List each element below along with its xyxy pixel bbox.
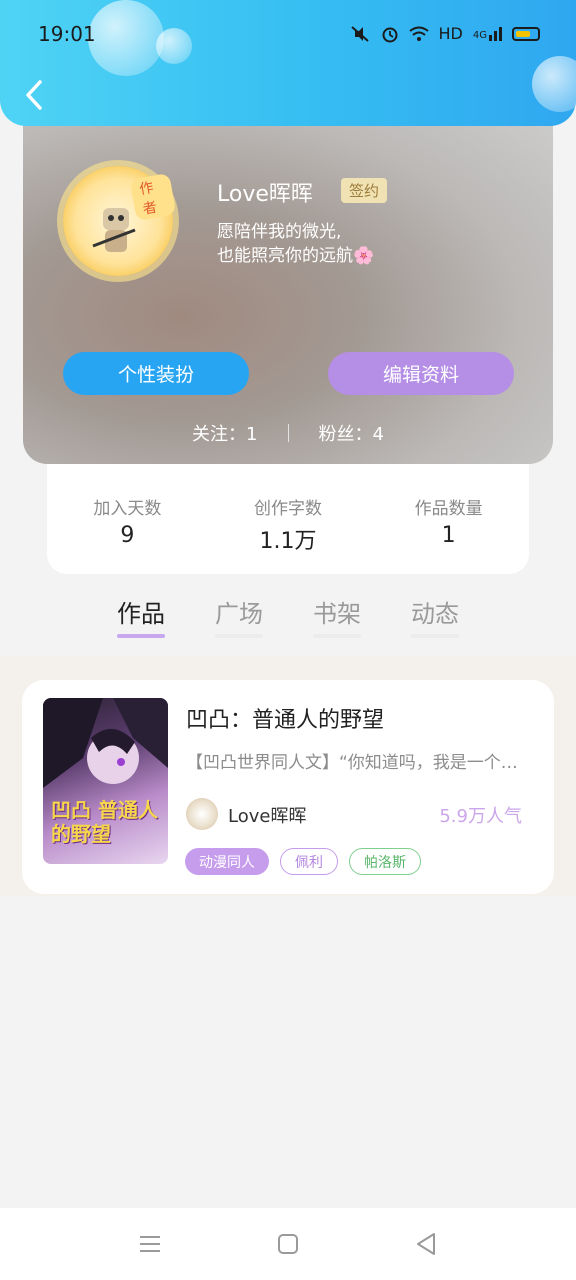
stat-value: 1.1万 — [259, 529, 317, 554]
motto-line: 也能照亮你的远航🌸 — [217, 246, 375, 266]
stat-label: 加入天数 — [93, 499, 162, 519]
wifi-icon — [408, 26, 429, 41]
hd-label: HD — [438, 24, 463, 43]
edit-profile-button[interactable]: 编辑资料 — [328, 352, 514, 395]
follow-stats: 关注：1 粉丝：4 — [23, 420, 553, 446]
author-small-avatar — [186, 798, 218, 830]
status-icons: HD 4G — [349, 24, 540, 43]
decor-bubble — [88, 0, 164, 76]
profile-motto: 愿陪伴我的微光, 也能照亮你的远航🌸 — [217, 220, 374, 268]
motto-line: 愿陪伴我的微光, — [217, 222, 342, 242]
stat-join-days: 加入天数 9 — [47, 464, 208, 574]
signed-badge: 签约 — [341, 178, 388, 203]
tab-bookshelf[interactable]: 书架 — [313, 590, 361, 652]
stat-word-count: 创作字数 1.1万 — [208, 464, 369, 574]
decor-bubble — [156, 28, 192, 64]
tag-category[interactable]: 动漫同人 — [185, 848, 269, 875]
network-label: 4G — [472, 29, 487, 41]
book-popularity: 5.9万人气 — [439, 806, 522, 827]
signal-4g-icon: 4G — [472, 26, 502, 41]
username: Love晖晖 — [217, 182, 313, 207]
decor-bubble — [532, 56, 576, 112]
book-card[interactable]: 凹凸 普通人的野望 凹凸：普通人的野望 【凹凸世界同人文】“你知道吗，我是一个…… — [22, 680, 554, 894]
signal-bar — [494, 30, 497, 41]
mute-icon — [350, 25, 369, 42]
personal-dress-button[interactable]: 个性装扮 — [63, 352, 249, 395]
system-nav-bar — [0, 1208, 576, 1280]
book-cover[interactable]: 凹凸 普通人的野望 — [43, 698, 168, 864]
book-title[interactable]: 凹凸：普通人的野望 — [186, 702, 384, 734]
stat-value: 9 — [120, 523, 135, 548]
guitar-player-icon — [92, 208, 136, 252]
tab-plaza[interactable]: 广场 — [215, 590, 263, 652]
signal-bar — [489, 34, 492, 41]
stat-label: 创作字数 — [254, 499, 322, 519]
profile-card: 作者 Love晖晖 签约 愿陪伴我的微光, 也能照亮你的远航🌸 个性装扮 编辑资… — [23, 96, 553, 464]
fans-count[interactable]: 粉丝：4 — [319, 420, 384, 446]
stat-value: 1 — [441, 523, 456, 548]
stat-work-count: 作品数量 1 — [368, 464, 529, 574]
author-avatar[interactable]: 作者 — [63, 166, 177, 276]
top-header: 19:01 HD 4G — [0, 0, 576, 126]
back-chevron-icon[interactable] — [20, 78, 50, 112]
home-square-icon[interactable] — [274, 1230, 302, 1258]
status-time: 19:01 — [38, 22, 96, 46]
tag-character[interactable]: 帕洛斯 — [349, 848, 421, 875]
book-author[interactable]: Love晖晖 — [228, 802, 306, 828]
signal-bar — [499, 26, 502, 41]
tab-bar: 作品 广场 书架 动态 — [0, 590, 576, 652]
tab-works[interactable]: 作品 — [117, 590, 165, 652]
tag-character[interactable]: 佩利 — [280, 848, 338, 875]
book-description: 【凹凸世界同人文】“你知道吗，我是一个… — [186, 753, 518, 773]
menu-icon[interactable] — [136, 1230, 164, 1258]
divider — [287, 424, 289, 442]
cover-title: 凹凸 普通人的野望 — [51, 798, 158, 846]
battery-icon — [512, 26, 540, 41]
alarm-icon — [382, 27, 398, 42]
book-tags: 动漫同人 佩利 帕洛斯 — [185, 848, 421, 875]
following-count[interactable]: 关注：1 — [192, 420, 257, 446]
tab-activity[interactable]: 动态 — [411, 590, 459, 652]
stats-card: 加入天数 9 创作字数 1.1万 作品数量 1 — [47, 464, 529, 574]
back-triangle-icon[interactable] — [412, 1230, 440, 1258]
stat-label: 作品数量 — [414, 499, 483, 519]
